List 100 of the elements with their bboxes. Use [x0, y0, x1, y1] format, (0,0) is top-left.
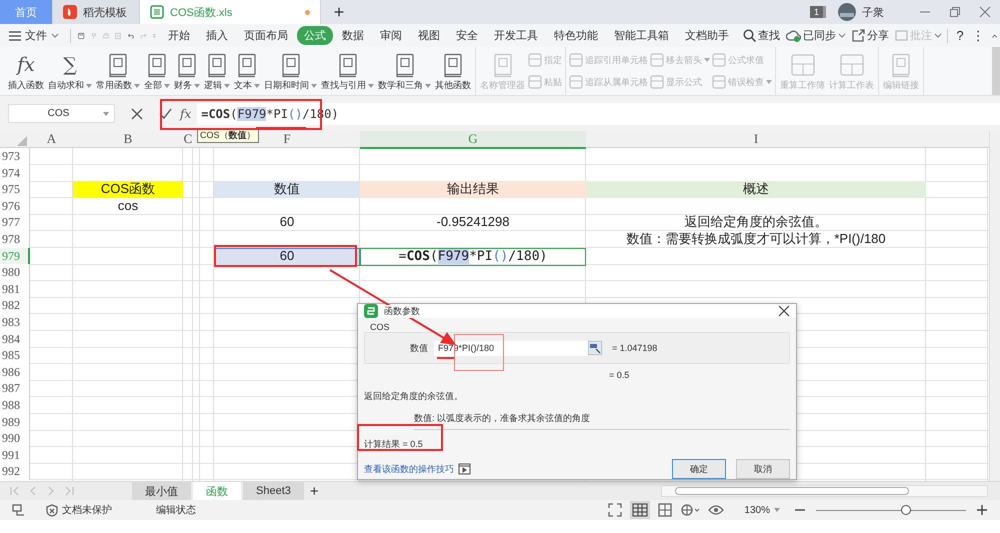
share-button[interactable]: 分享	[852, 28, 889, 43]
ribbon-tab[interactable]: 特色功能	[546, 26, 605, 45]
file-menu[interactable]: 文件	[9, 28, 65, 43]
name-box[interactable]: COS	[8, 104, 115, 123]
zoom-in-icon[interactable]	[976, 504, 988, 516]
collapse-icon[interactable]	[992, 32, 998, 40]
ribbon-button[interactable]: 全部	[143, 47, 171, 95]
row-header[interactable]: 986	[0, 364, 30, 380]
protection-status[interactable]: 文档未保护	[46, 503, 112, 517]
row-header[interactable]: 983	[0, 314, 30, 331]
help-button[interactable]: ⋮	[972, 28, 985, 44]
square-icon	[528, 75, 542, 89]
ribbon-button[interactable]: 常用函数	[95, 47, 141, 95]
table-cell: 数值	[214, 181, 360, 198]
caret-icon	[86, 84, 92, 88]
window-count-badge[interactable]: 1	[810, 6, 826, 18]
row-header[interactable]: 987	[0, 380, 30, 397]
row-header[interactable]: 991	[0, 446, 30, 464]
row-header[interactable]: 977	[0, 214, 30, 231]
ribbon-button[interactable]: 数学和三角	[377, 47, 432, 95]
fullscreen-icon[interactable]	[608, 503, 622, 517]
row-header[interactable]: 982	[0, 297, 30, 314]
reading-mode-icon[interactable]	[680, 503, 700, 517]
range-picker-icon[interactable]	[588, 341, 602, 355]
row-header[interactable]: 989	[0, 414, 30, 430]
zoom-level[interactable]: 130%	[744, 504, 780, 516]
check-icon[interactable]	[159, 108, 172, 120]
ribbon-button[interactable]: 逻辑	[203, 47, 231, 95]
table-icon	[838, 53, 864, 77]
row-header[interactable]: 980	[0, 264, 30, 281]
vertical-scrollbar[interactable]	[989, 131, 1000, 481]
ribbon-tab[interactable]: 文档助手	[678, 26, 736, 45]
new-tab-button[interactable]: +	[321, 0, 357, 24]
horizontal-scrollbar[interactable]	[660, 485, 988, 497]
shield-icon	[46, 504, 58, 516]
square-icon	[569, 53, 583, 67]
cloud-button[interactable]: 已同步	[786, 28, 846, 43]
help-button[interactable]: ?	[956, 28, 964, 43]
document-tab[interactable]: 稻壳模板	[53, 0, 140, 24]
row-header[interactable]: 992	[0, 463, 30, 480]
ribbon-tab[interactable]: 视图	[410, 26, 447, 45]
ribbon-tab[interactable]: 开发工具	[486, 26, 545, 45]
cancel-icon[interactable]	[131, 108, 143, 120]
dialog-button[interactable]: 取消	[736, 459, 790, 479]
row-header[interactable]: 976	[0, 198, 30, 214]
eye-icon[interactable]	[708, 504, 724, 516]
caret-icon	[425, 84, 431, 88]
row-header[interactable]: 973	[0, 148, 30, 165]
argument-label: 数值	[410, 342, 428, 354]
ribbon-button[interactable]: 其他函数	[434, 47, 472, 95]
avatar-icon[interactable]	[838, 3, 856, 21]
insert-function-button[interactable]: fx	[180, 106, 192, 120]
argument-description: 数值: 以弧度表示的，准备求其余弦值的角度	[414, 412, 790, 430]
dialog-button[interactable]: 确定	[672, 459, 726, 479]
row-header[interactable]: 985	[0, 347, 30, 364]
row-header[interactable]: 975	[0, 181, 30, 198]
search-button[interactable]: 查找	[742, 28, 780, 43]
sheet-tab[interactable]: Sheet3	[243, 482, 304, 500]
column-header[interactable]: C	[183, 131, 193, 149]
ribbon-button[interactable]: 财务	[173, 47, 201, 95]
macro-icon[interactable]	[12, 503, 26, 517]
column-header[interactable]: I	[586, 131, 926, 149]
sheet-tab[interactable]: 最小值	[132, 482, 191, 500]
ribbon-tab[interactable]: 数据	[334, 26, 371, 45]
ribbon-button[interactable]: ∑ 自动求和	[47, 47, 93, 95]
ribbon-button[interactable]: fx 插入函数	[7, 47, 45, 95]
ribbon-tab[interactable]: 安全	[448, 26, 485, 45]
help-link[interactable]: 查看该函数的操作技巧	[364, 462, 454, 476]
function-result: = 0.5	[609, 370, 630, 380]
ribbon-button[interactable]: 查找与引用	[320, 47, 375, 95]
normal-view-icon[interactable]	[630, 501, 650, 519]
ribbon-tab[interactable]: 开始	[160, 26, 197, 45]
caret-icon	[254, 84, 260, 88]
function-icon: ∑	[63, 53, 77, 77]
page-break-icon[interactable]	[658, 503, 672, 517]
row-header[interactable]: 988	[0, 396, 30, 414]
user-name[interactable]: 子衆	[862, 4, 884, 20]
row-header[interactable]: 978	[0, 230, 30, 248]
slider-thumb[interactable]	[901, 505, 911, 515]
ribbon-button[interactable]: 日期和时间	[263, 47, 318, 95]
close-icon[interactable]	[778, 305, 790, 317]
row-header[interactable]: 984	[0, 330, 30, 348]
caret-icon	[838, 33, 846, 38]
ribbon-tab[interactable]: 智能工具箱	[606, 26, 676, 45]
video-icon[interactable]	[458, 463, 471, 475]
row-header[interactable]: 981	[0, 280, 30, 298]
ribbon-tab[interactable]: 页面布局	[236, 26, 295, 45]
ribbon-tab[interactable]: 插入	[198, 26, 235, 45]
restore-icon[interactable]	[949, 6, 961, 18]
column-header[interactable]: A	[30, 131, 73, 149]
table-cell: =COS(F979*PI()/180)	[360, 248, 586, 266]
caret-icon	[766, 80, 772, 84]
edit-status: 编辑状态	[156, 504, 196, 517]
add-sheet-button[interactable]: +	[310, 482, 319, 500]
ribbon-tab[interactable]: 审阅	[372, 26, 409, 45]
table-cell: 概述	[586, 181, 926, 198]
row-header[interactable]: 990	[0, 430, 30, 447]
ribbon-button[interactable]: 文本	[233, 47, 261, 95]
row-header[interactable]: 974	[0, 164, 30, 182]
column-header[interactable]: B	[73, 131, 183, 149]
